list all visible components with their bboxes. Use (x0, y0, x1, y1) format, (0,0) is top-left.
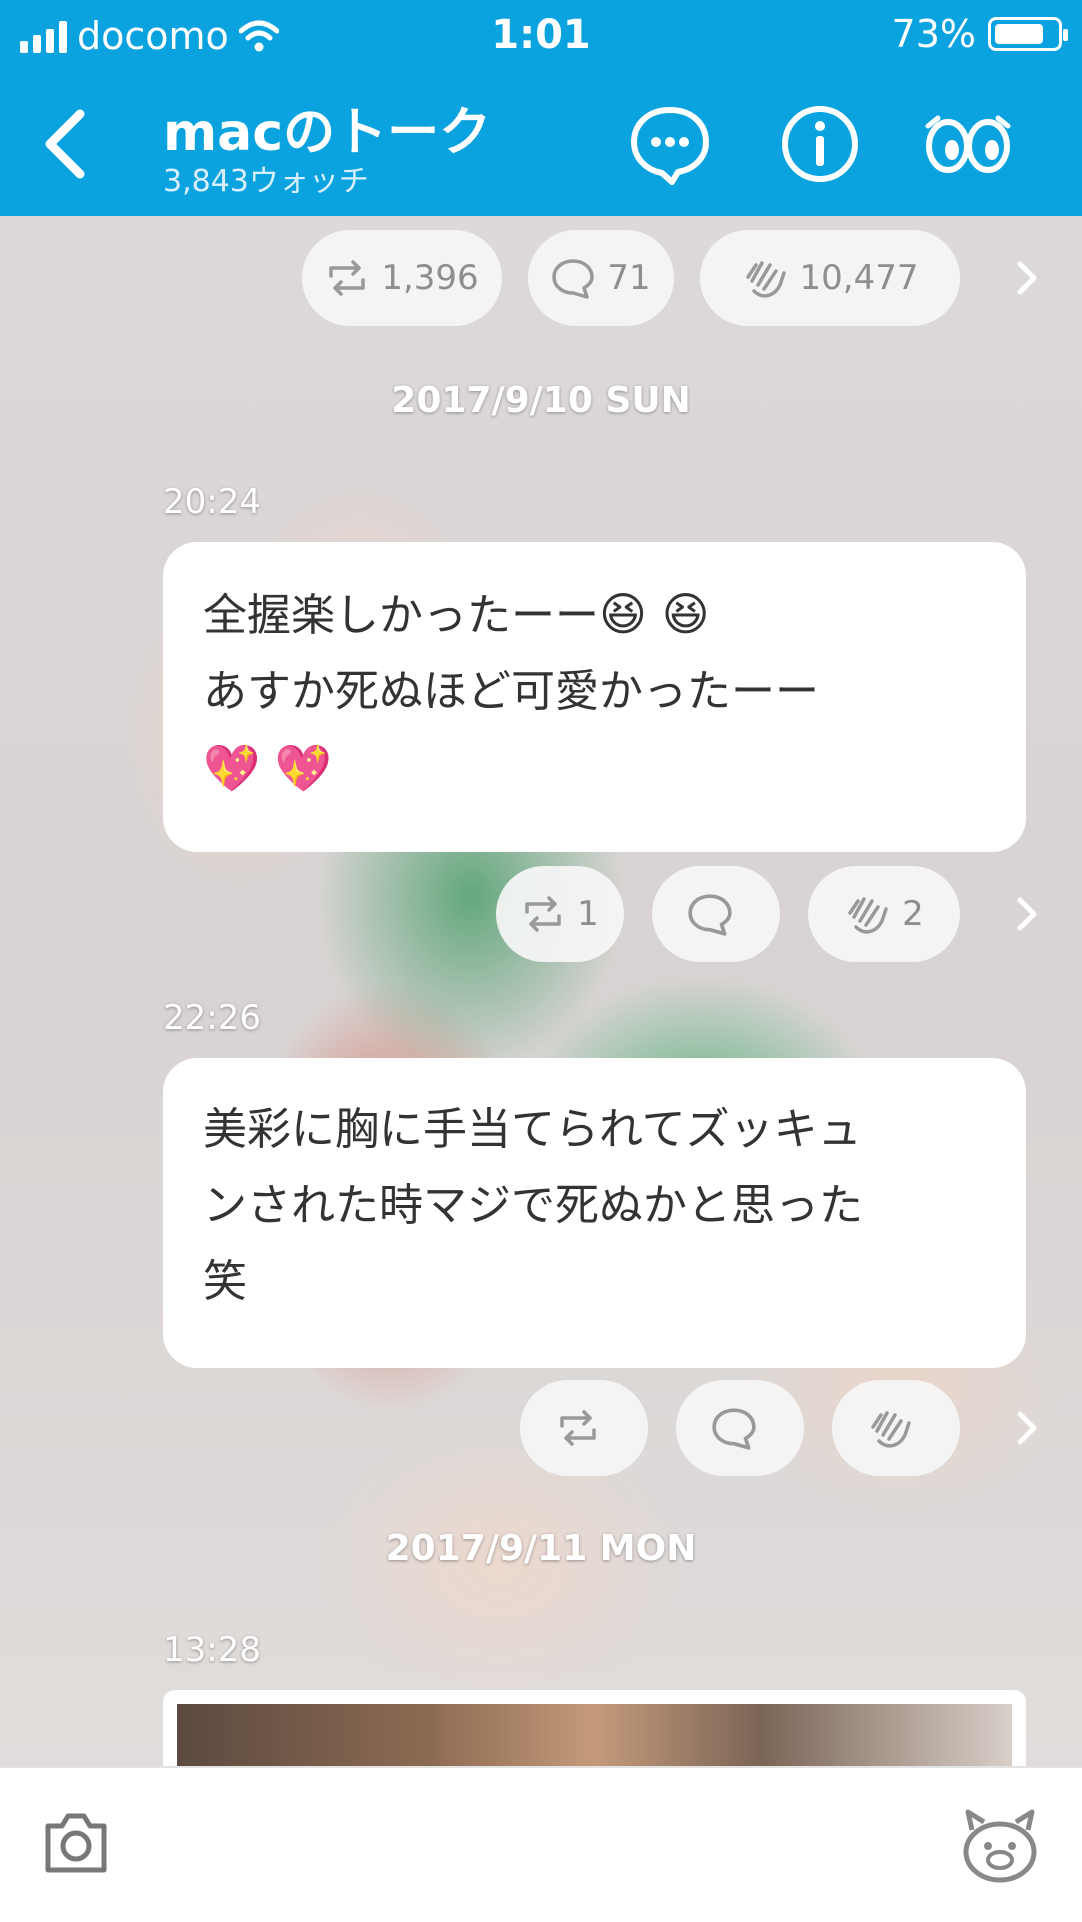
message-time: 22:26 (163, 998, 261, 1038)
chevron-right-icon[interactable] (1016, 258, 1040, 298)
comment-count: 71 (607, 258, 651, 298)
message-time: 13:28 (163, 1630, 261, 1670)
chevron-left-icon[interactable] (36, 104, 96, 184)
bear-mascot-icon[interactable] (958, 1802, 1042, 1886)
status-right: 73% (891, 12, 1068, 56)
clap-icon (871, 1411, 911, 1448)
sparkling-heart-emoji: 💖 💖 (203, 741, 333, 795)
chevron-right-icon[interactable] (1016, 894, 1040, 934)
comment-icon (552, 259, 595, 299)
clap-count: 10,477 (799, 258, 919, 298)
message-line: ンされた時マジで死ぬかと思った (203, 1180, 863, 1231)
reactions-row (0, 1380, 1082, 1476)
repost-icon (525, 896, 561, 932)
reactions-row-top: 1,396 71 10,477 (0, 230, 1082, 326)
clap-button[interactable]: 10,477 (700, 230, 960, 326)
page-title: macのトーク (163, 103, 492, 163)
clap-icon (745, 261, 786, 298)
repost-icon (329, 260, 366, 296)
message-line: 美彩に胸に手当てられてズッキュ (203, 1104, 862, 1155)
repost-button[interactable]: 1,396 (302, 230, 502, 326)
date-divider: 2017/9/10 SUN (391, 380, 691, 421)
clap-icon (848, 897, 888, 934)
talk-header: macのトーク 3,843ウォッチ (0, 72, 1082, 216)
info-icon[interactable] (778, 102, 862, 186)
battery-percent: 73% (891, 12, 976, 56)
reactions-row: 1 2 (0, 866, 1082, 962)
clap-button[interactable]: 2 (808, 866, 960, 962)
photo-message[interactable] (163, 1690, 1026, 1770)
chevron-right-icon[interactable] (1016, 1408, 1040, 1448)
message-time: 20:24 (163, 482, 261, 522)
message-bubble[interactable]: 美彩に胸に手当てられてズッキュ ンされた時マジで死ぬかと思った 笑 (163, 1058, 1026, 1368)
comment-button[interactable] (676, 1380, 804, 1476)
clap-button[interactable] (832, 1380, 960, 1476)
chat-bubble-icon[interactable] (628, 102, 712, 186)
comment-icon (712, 1408, 756, 1450)
message-line: 全握楽しかったーー😆 😆 (203, 587, 710, 641)
watch-count: 3,843ウォッチ (163, 164, 369, 199)
comment-button[interactable] (652, 866, 780, 962)
repost-count: 1,396 (381, 258, 479, 298)
comment-button[interactable]: 71 (528, 230, 674, 326)
repost-count: 1 (577, 894, 599, 934)
message-line: 笑 (203, 1256, 247, 1307)
photo-thumbnail (177, 1704, 1012, 1770)
comment-icon (688, 894, 732, 936)
message-line: あすか死ぬほど可愛かったーー (203, 666, 819, 717)
watch-eyes-icon[interactable] (922, 102, 1014, 186)
camera-icon[interactable] (40, 1808, 112, 1878)
repost-button[interactable] (520, 1380, 648, 1476)
message-bubble[interactable]: 全握楽しかったーー😆 😆 あすか死ぬほど可愛かったーー 💖 💖 (163, 542, 1026, 852)
battery-icon (988, 17, 1068, 51)
repost-button[interactable]: 1 (496, 866, 624, 962)
repost-icon (560, 1410, 596, 1446)
status-bar: docomo 1:01 73% (0, 0, 1082, 72)
laughing-emoji: 😆 😆 (599, 587, 710, 641)
date-divider: 2017/9/11 MON (385, 1528, 697, 1569)
bottom-toolbar (0, 1766, 1082, 1922)
clap-count: 2 (902, 894, 924, 934)
